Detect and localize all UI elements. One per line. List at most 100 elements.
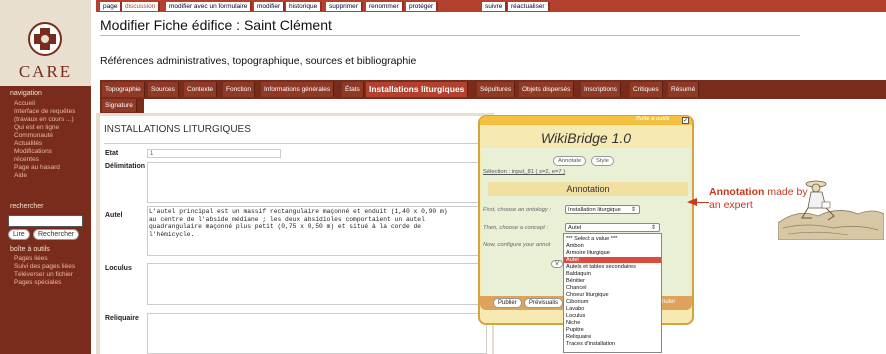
nav-actualites[interactable]: Actualités <box>14 140 42 148</box>
tab-objets-disperses[interactable]: Objets dispersés <box>519 82 575 97</box>
option-select-value[interactable]: *** Select a value *** <box>566 236 617 242</box>
concept-dropdown: *** Select a value *** Ambon Armoire lit… <box>563 233 662 353</box>
ontology-select[interactable]: Installation liturgique <box>565 205 640 214</box>
etat-label: Etat <box>105 150 119 157</box>
autel-line-4: l'hémicycle. <box>149 230 195 238</box>
tab-sources[interactable]: Sources <box>148 82 179 97</box>
nav-qui-en-ligne[interactable]: Qui est en ligne <box>14 124 59 132</box>
autel-label: Autel <box>105 212 123 219</box>
selection-info: Sélection : input_81 ( s=2, e=7 ) <box>483 169 566 175</box>
tab-installations-liturgiques[interactable]: Installations liturgiques <box>366 82 469 97</box>
tab-historique[interactable]: historique <box>286 2 323 11</box>
loculus-textarea[interactable] <box>147 263 487 305</box>
option-benitier[interactable]: Bénitier <box>566 278 585 284</box>
expert-illustration <box>778 180 884 240</box>
tab-signature[interactable]: Signature <box>102 99 137 112</box>
option-baldaquin[interactable]: Baldaquin <box>566 271 591 277</box>
tab-renommer[interactable]: renommer <box>366 2 404 11</box>
publish-button[interactable]: Publier <box>493 298 522 308</box>
step-concept-label: Then, choose a concept : <box>483 225 549 231</box>
delimitation-label: Délimitation <box>105 163 146 170</box>
nav-communaute[interactable]: Communauté <box>14 132 53 140</box>
page-title: Modifier Fiche édifice : Saint Clément <box>100 17 332 33</box>
option-lavabo[interactable]: Lavabo <box>566 306 584 312</box>
tool-pages-speciales[interactable]: Pages spéciales <box>14 279 61 287</box>
tool-televerser[interactable]: Téléverser un fichier <box>14 271 73 279</box>
option-ambon[interactable]: Ambon <box>566 243 584 249</box>
annotation-note-line2: an expert <box>709 199 753 211</box>
tab-inscriptions[interactable]: Inscriptions <box>581 82 621 97</box>
section-subtitle: Références administratives, topographiqu… <box>100 55 417 67</box>
arrow-left-icon <box>687 198 697 206</box>
nav-aide[interactable]: Aide <box>14 172 27 180</box>
etat-input[interactable]: 1 <box>147 149 281 158</box>
option-autels-tables[interactable]: Autels et tables secondaires <box>566 264 636 270</box>
search-button[interactable]: Rechercher <box>33 229 80 240</box>
option-niche[interactable]: Niche <box>566 320 580 326</box>
autel-text: L'autel principal est un massif rectangu… <box>149 208 489 238</box>
tab-contexte[interactable]: Contexte <box>184 82 218 97</box>
option-reliquaire[interactable]: Reliquaire <box>566 334 591 340</box>
nav-modifications[interactable]: Modifications <box>14 148 52 156</box>
style-button[interactable]: Style <box>591 156 614 166</box>
option-traces[interactable]: Traces d'installation <box>566 341 615 347</box>
search-title: rechercher <box>10 203 44 210</box>
option-loculus[interactable]: Loculus <box>566 313 585 319</box>
reliquaire-label: Reliquaire <box>105 315 139 322</box>
form-tabs-row2: Signature <box>100 99 144 113</box>
tab-critiques[interactable]: Critiques <box>630 82 663 97</box>
concept-chevron-icon: ⇕ <box>651 225 657 231</box>
tab-reactualiser[interactable]: réactualiser <box>508 2 550 11</box>
option-pupitre[interactable]: Pupitre <box>566 327 584 333</box>
reliquaire-textarea[interactable] <box>147 313 487 354</box>
nav-accueil[interactable]: Accueil <box>14 100 35 108</box>
tab-informations-generales[interactable]: Informations générales <box>261 82 335 97</box>
wikibridge-title: WikiBridge 1.0 <box>540 130 632 146</box>
title-divider <box>100 35 800 36</box>
annotation-note-strong: Annotation <box>709 186 765 198</box>
nav-travaux[interactable]: (travaux en cours ...) <box>14 116 74 124</box>
toolbox-checkbox[interactable]: ✓ <box>682 117 689 124</box>
annotation-title: Annotation <box>488 182 688 196</box>
tab-topographie[interactable]: Topographie <box>102 82 145 97</box>
tab-etats[interactable]: États <box>342 82 364 97</box>
tool-pages-liees[interactable]: Pages liées <box>14 255 48 263</box>
tool-suivi[interactable]: Suivi des pages liées <box>14 263 75 271</box>
tab-modifier[interactable]: modifier <box>254 2 286 11</box>
autel-line-2: au centre de l'abside médiane ; les deux… <box>149 215 425 223</box>
nav-interface-requetes[interactable]: Interface de requêtes <box>14 108 75 116</box>
option-armoire[interactable]: Armoire liturgique <box>566 250 610 256</box>
cancel-button[interactable]: nuler <box>662 299 675 305</box>
tools-title: boîte à outils <box>10 246 50 253</box>
tab-page[interactable]: page <box>100 2 123 11</box>
tab-proteger[interactable]: protéger <box>406 2 439 11</box>
tab-sepultures[interactable]: Sépultures <box>477 82 516 97</box>
autel-line-3: quadrangulaire maçonné plus petit (0,75 … <box>149 223 422 230</box>
section-title: INSTALLATIONS LITURGIQUES <box>104 124 251 135</box>
section-divider <box>104 143 488 144</box>
validate-button[interactable]: V <box>551 260 564 268</box>
nav-title: navigation <box>10 90 42 97</box>
loculus-label: Loculus <box>105 265 132 272</box>
tab-supprimer[interactable]: supprimer <box>326 2 363 11</box>
search-input[interactable] <box>8 215 83 227</box>
logo-text: CARE <box>18 62 73 81</box>
option-chancel[interactable]: Chancel <box>566 285 587 291</box>
delimitation-textarea[interactable] <box>147 162 487 203</box>
tab-discussion[interactable]: discussion <box>122 2 161 11</box>
nav-page-hasard[interactable]: Page au hasard <box>14 164 60 172</box>
arrow-line <box>697 202 709 203</box>
tab-resume[interactable]: Résumé <box>668 82 700 97</box>
tab-fonction[interactable]: Fonction <box>223 82 255 97</box>
option-autel[interactable]: Autel <box>564 257 661 263</box>
care-logo-icon <box>28 22 62 56</box>
annotate-button[interactable]: Annotate <box>553 156 587 166</box>
tab-suivre[interactable]: suivre <box>482 2 508 11</box>
concept-select[interactable]: Autel <box>565 223 660 232</box>
read-button[interactable]: Lire <box>8 229 30 240</box>
nav-recentes[interactable]: récentes <box>14 156 39 164</box>
preview-button[interactable]: Prévisualis <box>524 298 564 308</box>
option-ciborium[interactable]: Ciborium <box>566 299 588 305</box>
option-choeur[interactable]: Choeur liturgique <box>566 292 609 298</box>
tab-modifier-formulaire[interactable]: modifier avec un formulaire <box>166 2 253 11</box>
